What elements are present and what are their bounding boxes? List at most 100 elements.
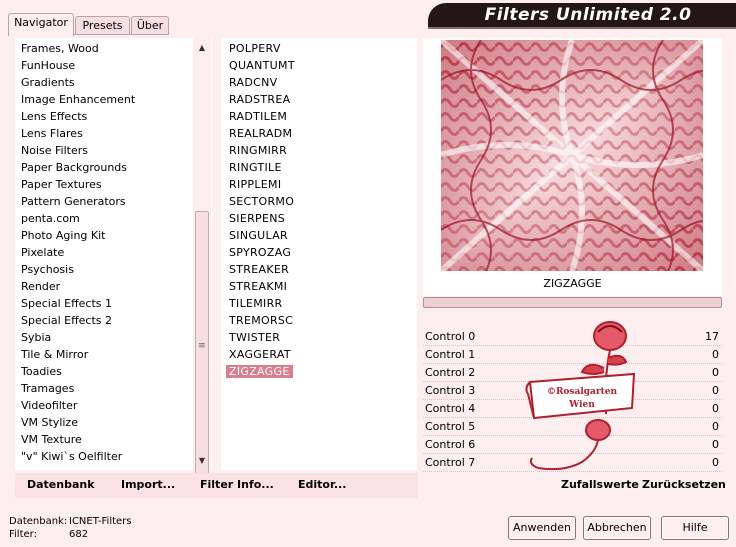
control-value[interactable]: 0: [712, 346, 719, 364]
filter-item-label: TILEMIRR: [229, 297, 283, 310]
category-item[interactable]: Paper Backgrounds: [15, 159, 193, 176]
filter-item-label: SIERPENS: [229, 212, 286, 225]
filter-item[interactable]: RIPPLEMI: [221, 176, 417, 193]
filter-info-button[interactable]: Filter Info...: [200, 476, 274, 494]
filter-item-label: SINGULAR: [229, 229, 288, 242]
preview-image[interactable]: [441, 40, 703, 271]
filter-item[interactable]: RADSTREA: [221, 91, 417, 108]
category-scrollbar[interactable]: ▲ ≡ ▼: [193, 38, 211, 489]
filter-item-label: RADSTREA: [229, 93, 291, 106]
category-item[interactable]: Noise Filters: [15, 142, 193, 159]
tab-about[interactable]: Über: [131, 16, 169, 35]
category-item[interactable]: penta.com: [15, 210, 193, 227]
filter-item-label: ZIGZAGGE: [226, 365, 293, 378]
category-item[interactable]: "v" Kiwi`s Oelfilter: [15, 448, 193, 465]
category-item[interactable]: VM Texture: [15, 431, 193, 448]
filter-item[interactable]: RINGMIRR: [221, 142, 417, 159]
filter-item[interactable]: ZIGZAGGE: [221, 363, 417, 380]
filter-item[interactable]: STREAKMI: [221, 278, 417, 295]
filter-item-label: TREMORSC: [229, 314, 294, 327]
control-label: Control 6: [425, 438, 476, 451]
tab-navigator[interactable]: Navigator: [8, 13, 74, 36]
filter-item[interactable]: SECTORMO: [221, 193, 417, 210]
control-label: Control 0: [425, 330, 476, 343]
status-filter-value: 682: [69, 529, 89, 540]
filter-item-label: RADTILEM: [229, 110, 288, 123]
filter-item[interactable]: POLPERV: [221, 40, 417, 57]
filter-item-label: REALRADM: [229, 127, 293, 140]
control-value[interactable]: 0: [712, 436, 719, 454]
scrollbar-thumb[interactable]: ≡: [195, 211, 209, 489]
category-item[interactable]: Image Enhancement: [15, 91, 193, 108]
filter-item[interactable]: RADTILEM: [221, 108, 417, 125]
scroll-up-icon[interactable]: ▲: [193, 40, 211, 56]
cancel-button[interactable]: Abbrechen: [583, 516, 651, 540]
database-button[interactable]: Datenbank: [27, 476, 95, 494]
tab-presets[interactable]: Presets: [75, 16, 130, 35]
help-button[interactable]: Hilfe: [661, 516, 729, 540]
watermark-line-1: ©Rosalgarten: [547, 387, 618, 397]
filter-list[interactable]: POLPERV QUANTUMT RADCNV RADSTREA RADTILEM REA…: [221, 40, 417, 380]
category-item[interactable]: Paper Textures: [15, 176, 193, 193]
filter-item[interactable]: TWISTER: [221, 329, 417, 346]
category-item[interactable]: Gradients: [15, 74, 193, 91]
category-item[interactable]: Toadies: [15, 363, 193, 380]
filter-item[interactable]: TREMORSC: [221, 312, 417, 329]
filter-item[interactable]: SIERPENS: [221, 210, 417, 227]
apply-button[interactable]: Anwenden: [508, 516, 576, 540]
category-item[interactable]: Pixelate: [15, 244, 193, 261]
filter-item[interactable]: TILEMIRR: [221, 295, 417, 312]
filter-name-display: ZIGZAGGE: [423, 272, 722, 296]
control-label: Control 7: [425, 456, 476, 469]
control-value[interactable]: 17: [705, 328, 719, 346]
control-value[interactable]: 0: [712, 454, 719, 472]
status-database-value: ICNET-Filters: [69, 516, 132, 527]
category-item[interactable]: Photo Aging Kit: [15, 227, 193, 244]
control-value[interactable]: 0: [712, 382, 719, 400]
editor-button[interactable]: Editor...: [298, 476, 346, 494]
filter-item-label: QUANTUMT: [229, 59, 295, 72]
status-database-label: Datenbank:: [9, 516, 68, 527]
filter-item[interactable]: SINGULAR: [221, 227, 417, 244]
category-list[interactable]: Frames, Wood FunHouse Gradients Image Enhan…: [15, 40, 193, 465]
category-item[interactable]: Special Effects 1: [15, 295, 193, 312]
watermark-line-2: Wien: [568, 400, 595, 410]
filter-item[interactable]: REALRADM: [221, 125, 417, 142]
category-item[interactable]: Videofilter: [15, 397, 193, 414]
filter-item[interactable]: SPYROZAG: [221, 244, 417, 261]
filter-item-label: SPYROZAG: [229, 246, 292, 259]
category-item[interactable]: Tramages: [15, 380, 193, 397]
control-value[interactable]: 0: [712, 418, 719, 436]
category-item[interactable]: Tile & Mirror: [15, 346, 193, 363]
category-item[interactable]: FunHouse: [15, 57, 193, 74]
filter-item-label: SECTORMO: [229, 195, 295, 208]
control-value[interactable]: 0: [712, 400, 719, 418]
scroll-down-icon[interactable]: ▼: [193, 453, 211, 469]
category-item[interactable]: Lens Effects: [15, 108, 193, 125]
category-item[interactable]: Sybia: [15, 329, 193, 346]
category-item[interactable]: Frames, Wood: [15, 40, 193, 57]
filter-item-label: TWISTER: [229, 331, 281, 344]
reset-button[interactable]: Zurücksetzen: [642, 476, 726, 494]
filter-item[interactable]: QUANTUMT: [221, 57, 417, 74]
filter-item[interactable]: RADCNV: [221, 74, 417, 91]
category-item[interactable]: VM Stylize: [15, 414, 193, 431]
control-value[interactable]: 0: [712, 364, 719, 382]
filter-item[interactable]: STREAKER: [221, 261, 417, 278]
random-values-button[interactable]: Zufallswerte: [561, 476, 639, 494]
category-item[interactable]: Lens Flares: [15, 125, 193, 142]
filter-item[interactable]: XAGGERAT: [221, 346, 417, 363]
category-item[interactable]: Special Effects 2: [15, 312, 193, 329]
rosalgarten-watermark: ©Rosalgarten Wien: [524, 318, 640, 476]
category-item[interactable]: Psychosis: [15, 261, 193, 278]
filter-item-label: RADCNV: [229, 76, 278, 89]
category-item[interactable]: Pattern Generators: [15, 193, 193, 210]
category-item[interactable]: Render: [15, 278, 193, 295]
filter-item[interactable]: RINGTILE: [221, 159, 417, 176]
filter-item-label: RINGMIRR: [229, 144, 288, 157]
status-filter-label: Filter:: [9, 529, 37, 540]
app-title: Filters Unlimited 2.0: [484, 5, 692, 25]
import-button[interactable]: Import...: [121, 476, 175, 494]
control-label: Control 3: [425, 384, 476, 397]
grip-icon: ≡: [198, 341, 206, 351]
